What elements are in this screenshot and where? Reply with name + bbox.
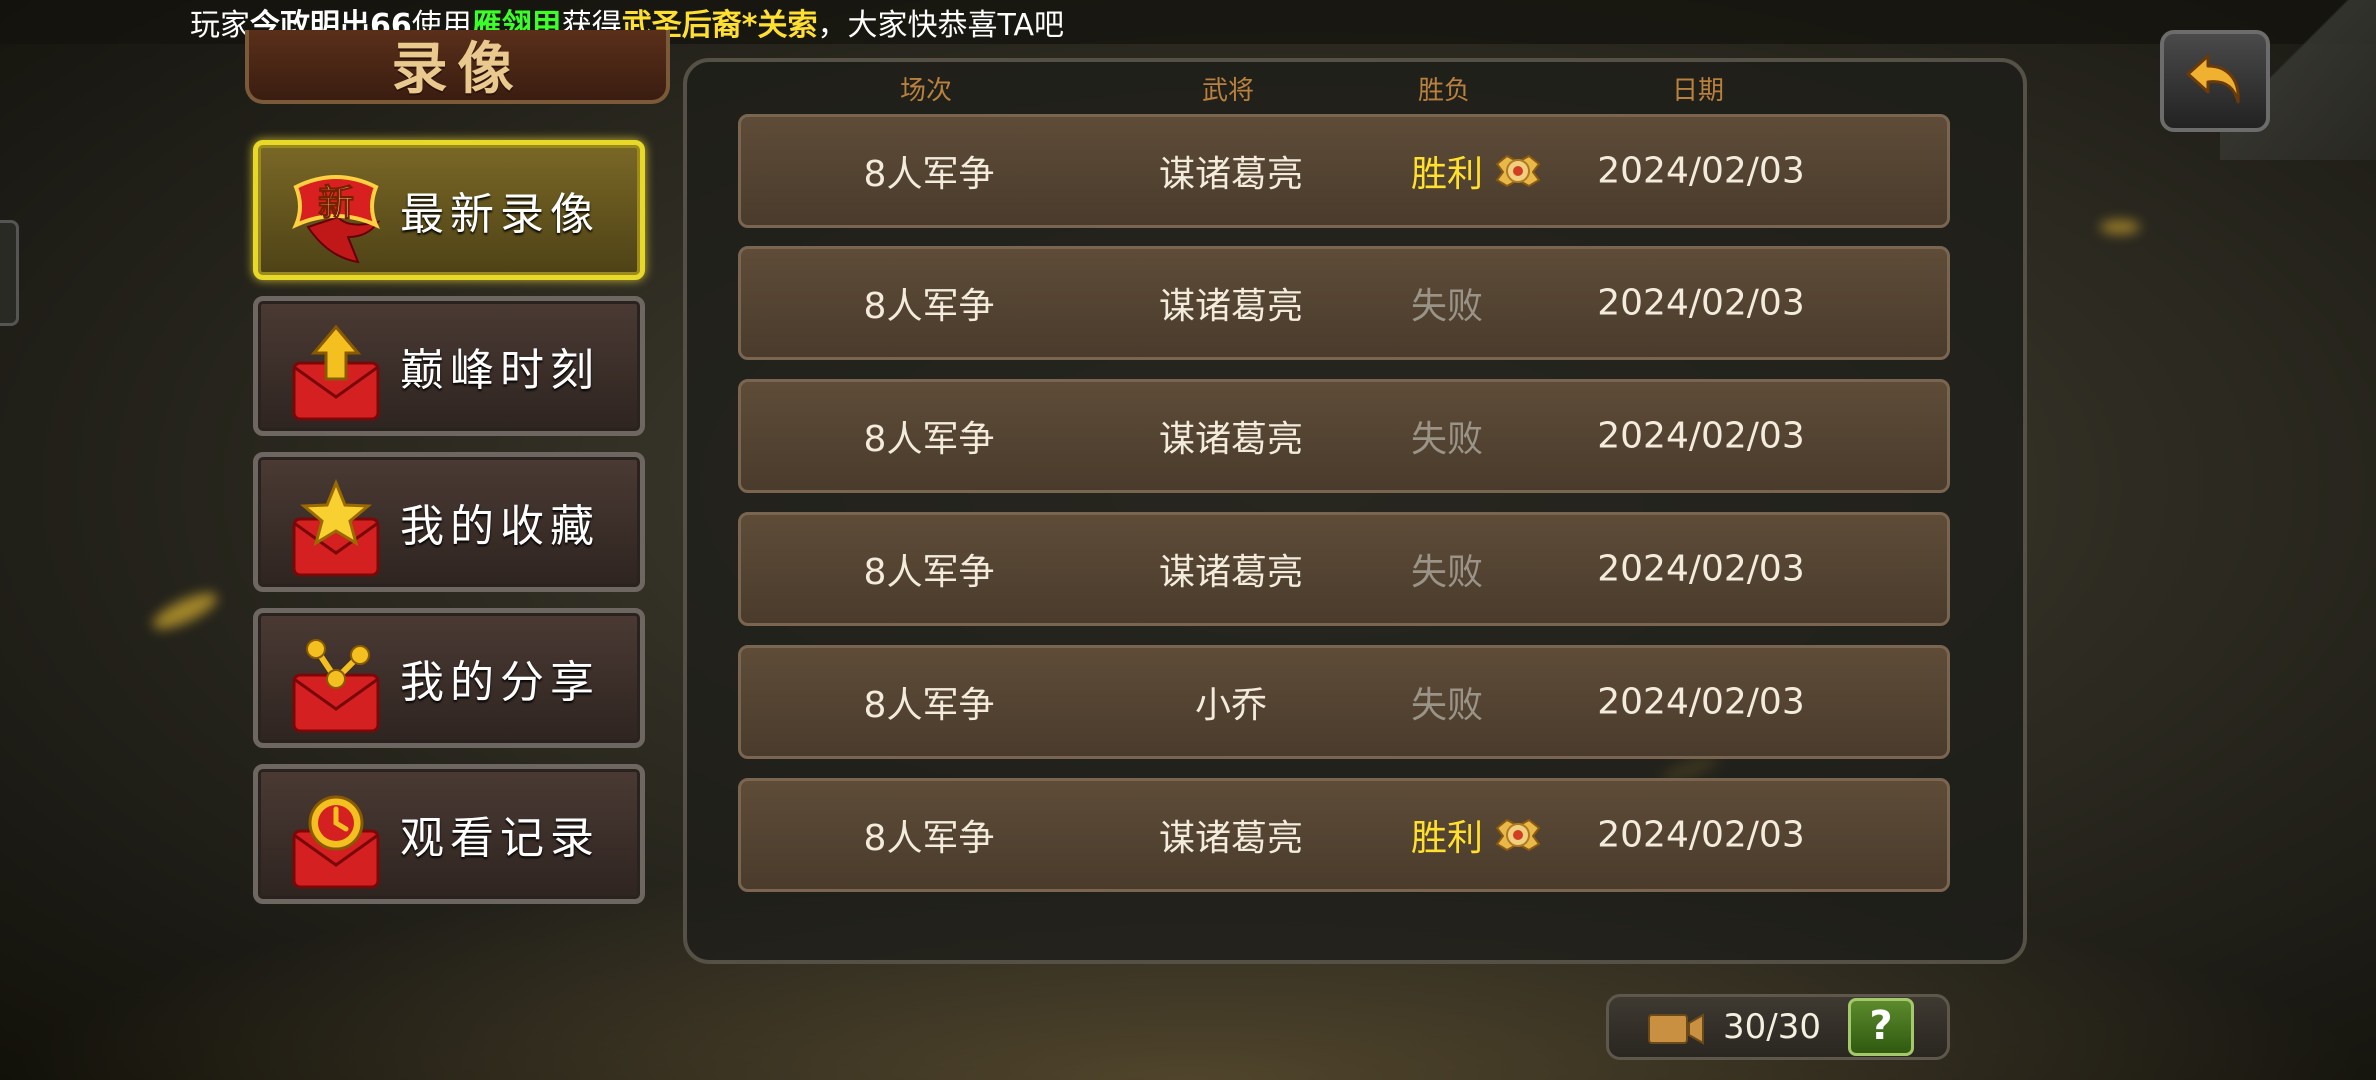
row-general: 谋诸葛亮 [1158,552,1304,593]
table-row[interactable]: 8人军争 谋诸葛亮 胜利 2024/02/03 [738,114,1950,228]
table-row[interactable]: 8人军争 谋诸葛亮 失败 2024/02/03 [738,512,1950,626]
back-arrow-icon [2186,54,2240,104]
envelope-clock-icon [292,795,380,889]
column-header-result: 胜负 [1417,76,1471,106]
broadcast-segment: 玩家 [190,8,250,43]
page-title-plaque: 录像 [245,30,670,104]
envelope-share-icon [292,639,380,733]
sidebar-item-label: 巅峰时刻 [400,345,600,396]
row-date: 2024/02/03 [1597,150,1805,192]
envelope-star-icon [292,479,380,577]
row-general: 小乔 [1194,685,1268,726]
sidebar-item-label: 我的分享 [400,657,600,708]
sidebar-item-shares[interactable]: 我的分享 [253,608,645,748]
back-button[interactable] [2160,30,2270,132]
row-date: 2024/02/03 [1597,415,1805,457]
replay-count: 30/30 [1723,1007,1821,1047]
sidebar-item-peak-moments[interactable]: 巅峰时刻 [253,296,645,436]
row-result: 失败 [1410,286,1484,327]
spark-decoration [148,586,222,636]
video-camera-icon [1648,1013,1704,1045]
row-mode: 8人军争 [863,818,995,859]
row-result: 失败 [1410,419,1484,460]
row-result: 胜利 [1410,818,1484,859]
victory-medal-icon [1495,818,1541,852]
row-mode: 8人军争 [863,552,995,593]
row-date: 2024/02/03 [1597,548,1805,590]
new-ribbon-icon: 新 [292,175,381,264]
row-general: 谋诸葛亮 [1158,818,1304,859]
row-mode: 8人军争 [863,685,995,726]
sidebar-item-watch-history[interactable]: 观看记录 [253,764,645,904]
envelope-arrow-icon [292,324,380,421]
row-mode: 8人军争 [863,154,995,195]
row-date: 2024/02/03 [1597,282,1805,324]
row-general: 谋诸葛亮 [1158,419,1304,460]
table-row[interactable]: 8人军争 谋诸葛亮 胜利 2024/02/03 [738,778,1950,892]
spark-decoration [2100,220,2140,234]
row-result: 失败 [1410,552,1484,593]
table-row[interactable]: 8人军争 谋诸葛亮 失败 2024/02/03 [738,246,1950,360]
sidebar-item-label: 最新录像 [400,189,600,240]
sidebar-item-label: 我的收藏 [400,501,600,552]
column-header-date: 日期 [1671,76,1725,106]
column-header-mode: 场次 [899,76,953,106]
sidebar-item-favorites[interactable]: 我的收藏 [253,452,645,592]
row-general: 谋诸葛亮 [1158,286,1304,327]
page-title: 录像 [391,36,524,102]
row-mode: 8人军争 [863,286,995,327]
column-header-general: 武将 [1201,76,1255,106]
sidebar-item-latest[interactable]: 新 最新录像 [253,140,645,280]
table-row[interactable]: 8人军争 谋诸葛亮 失败 2024/02/03 [738,379,1950,493]
row-result: 胜利 [1410,154,1484,195]
side-handle [0,220,19,326]
row-date: 2024/02/03 [1597,681,1805,723]
help-button[interactable]: ? [1848,998,1914,1056]
row-date: 2024/02/03 [1597,814,1805,856]
row-general: 谋诸葛亮 [1158,154,1304,195]
svg-text:新: 新 [318,183,354,224]
victory-medal-icon [1495,154,1541,188]
row-result: 失败 [1410,685,1484,726]
sidebar-item-label: 观看记录 [400,813,600,864]
broadcast-segment: ，大家快恭喜TA吧 [817,8,1064,43]
row-mode: 8人军争 [863,419,995,460]
table-row[interactable]: 8人军争 小乔 失败 2024/02/03 [738,645,1950,759]
